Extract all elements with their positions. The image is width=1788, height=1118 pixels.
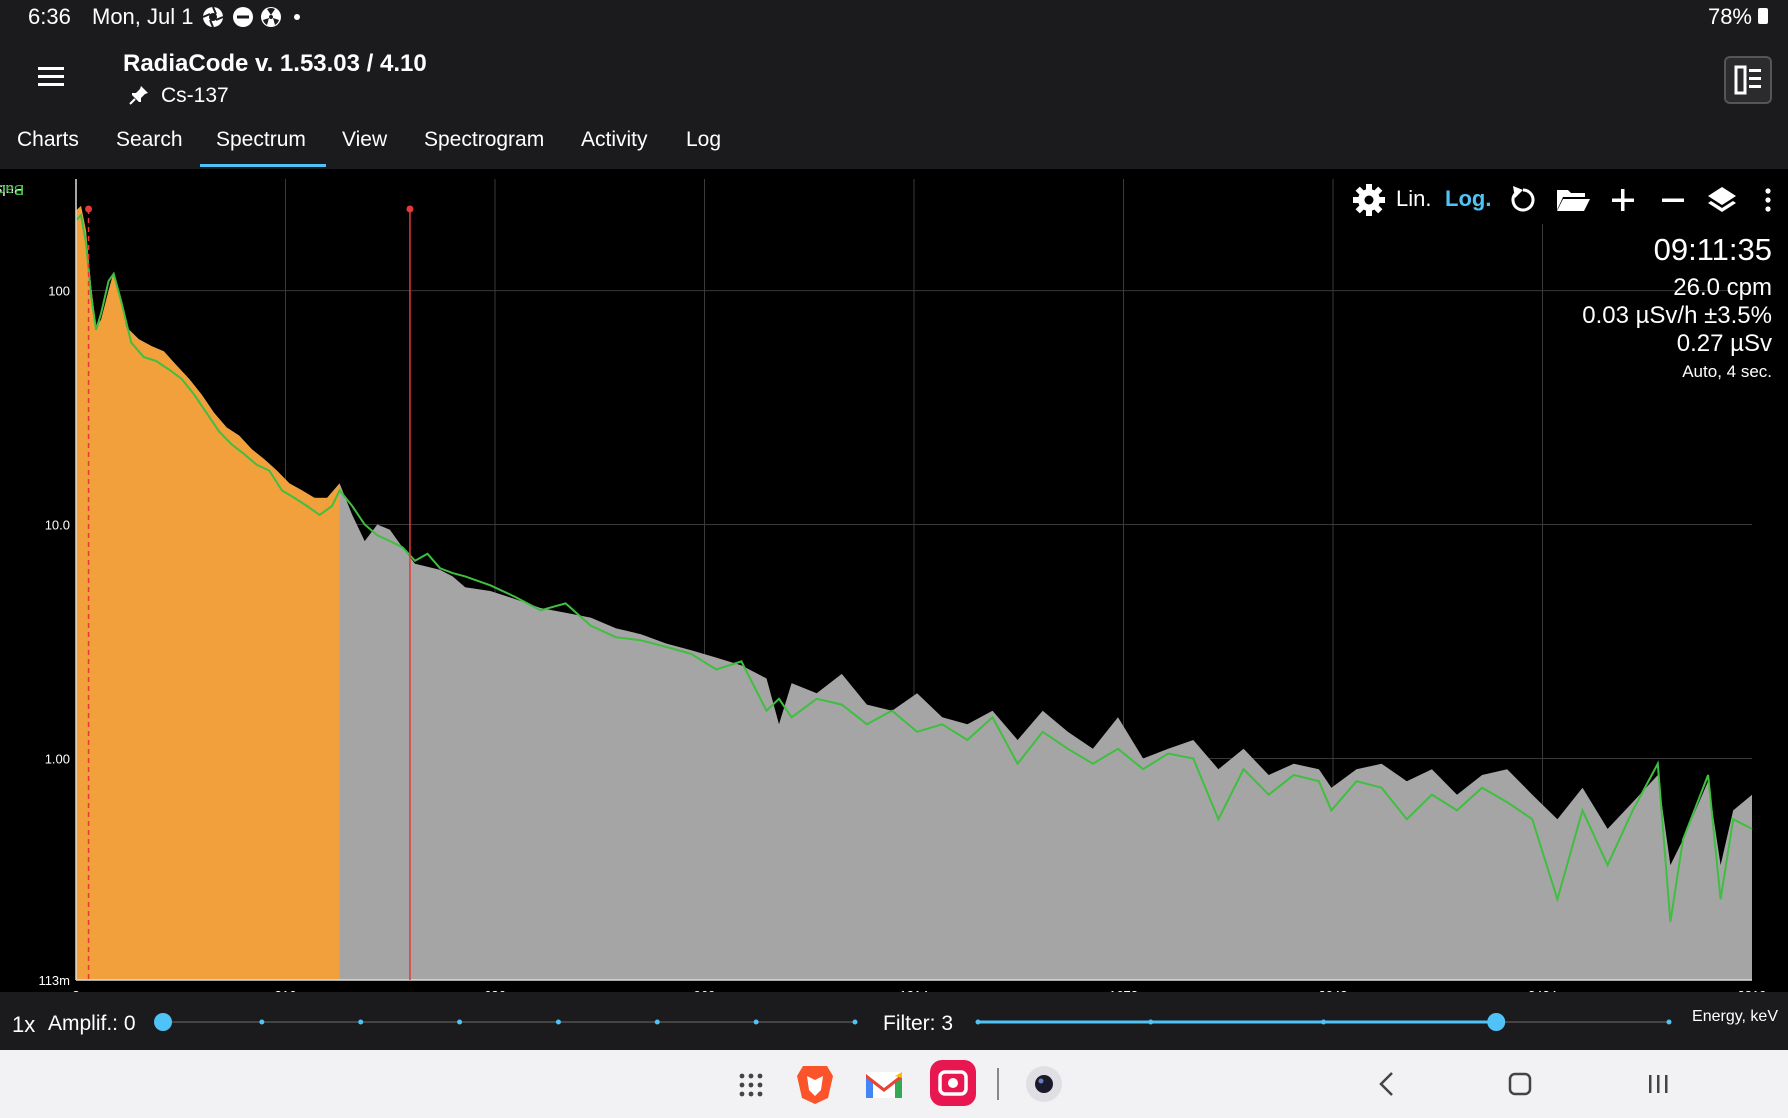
- camera-app-icon[interactable]: [1024, 1062, 1064, 1106]
- folder-open-icon[interactable]: [1553, 176, 1593, 224]
- filter-label: Filter: 3: [883, 1012, 954, 1035]
- menu-icon[interactable]: [36, 62, 66, 92]
- status-bar: 6:36 Mon, Jul 1 78%: [0, 0, 1788, 34]
- linear-scale-button[interactable]: Lin.: [1396, 186, 1431, 212]
- gmail-icon[interactable]: [864, 1064, 904, 1104]
- amplif-slider-tick: [358, 1019, 364, 1025]
- battery-level: 78%: [1707, 4, 1752, 29]
- tab-spectrum[interactable]: Spectrum: [216, 128, 306, 152]
- home-icon[interactable]: [1506, 1070, 1534, 1098]
- notification-dot-icon: [294, 14, 300, 20]
- tab-log[interactable]: Log: [686, 128, 721, 152]
- tab-spectrogram[interactable]: Spectrogram: [424, 128, 544, 152]
- pin-icon: [129, 86, 148, 105]
- accumulated-dose: 0.27 µSv: [1676, 330, 1772, 357]
- x-tick-label: 1672: [1109, 988, 1138, 992]
- reset-icon[interactable]: [1505, 176, 1541, 224]
- x-tick-label: 636: [484, 988, 506, 992]
- roi-marker-handle: [406, 205, 414, 213]
- system-navigation-bar: [0, 1050, 1788, 1118]
- x-tick-label: 8: [72, 988, 79, 992]
- brave-browser-icon[interactable]: [795, 1062, 835, 1106]
- y-tick-label: 1.00: [45, 751, 70, 766]
- aperture-icon: [202, 6, 224, 28]
- layout-toggle-button[interactable]: [1724, 56, 1772, 104]
- x-tick-label: 316: [275, 988, 297, 992]
- measurement-time: 09:11:35: [1653, 232, 1772, 267]
- active-tab-indicator: [200, 164, 326, 167]
- y-tick-label: 113m: [38, 973, 70, 988]
- energy-axis-label: Energy, keV: [1692, 1008, 1778, 1025]
- status-date: Mon, Jul 1: [92, 4, 194, 29]
- tab-activity[interactable]: Activity: [581, 128, 648, 152]
- battery-icon: [1758, 8, 1768, 24]
- tab-search[interactable]: Search: [116, 128, 183, 152]
- spectrum-chart-area[interactable]: 113m 1.00 10.0 100 8 316 636 969 1314 1672 2042 242…: [0, 169, 1788, 1003]
- y-axis-title-background: Background: Background (Shielded - 8 hou…: [0, 181, 24, 198]
- amplif-slider-tick: [753, 1019, 759, 1025]
- y-tick-label: 10.0: [45, 518, 70, 533]
- panel-layout-icon: [1734, 65, 1761, 95]
- log-scale-button[interactable]: Log.: [1445, 186, 1491, 212]
- x-tick-label: 969: [694, 988, 716, 992]
- measurement-mode: Auto, 4 sec.: [1682, 362, 1772, 381]
- amplif-slider-tick: [654, 1019, 660, 1025]
- filter-slider-tick: [975, 1019, 981, 1025]
- x-tick-label: 1314: [900, 988, 929, 992]
- do-not-disturb-icon: [233, 7, 253, 27]
- x-tick-label: 2424: [1528, 988, 1557, 992]
- amplification-label: Amplif.: 0: [48, 1012, 136, 1035]
- filter-slider-thumb[interactable]: [1487, 1013, 1506, 1031]
- dose-rate: 0.03 µSv/h ±3.5%: [1582, 302, 1772, 329]
- filter-slider-tick: [1666, 1019, 1672, 1025]
- x-tick-label: 2042: [1319, 988, 1348, 992]
- amplif-slider-tick: [852, 1019, 858, 1025]
- zoom-out-icon[interactable]: [1655, 176, 1691, 224]
- amplif-slider-tick: [555, 1019, 561, 1025]
- count-rate: 26.0 cpm: [1673, 274, 1772, 301]
- chart-toolbar: Lin. Log.: [1343, 176, 1788, 224]
- x-tick-label: 2819: [1738, 988, 1767, 992]
- y-axis-title: Pulses, Logarithm., Background: Backgrou…: [0, 178, 26, 658]
- screen-recorder-icon[interactable]: [930, 1060, 976, 1106]
- settings-gear-icon[interactable]: [1349, 176, 1389, 224]
- zoom-in-icon[interactable]: [1605, 176, 1641, 224]
- amplif-slider-thumb[interactable]: [154, 1013, 172, 1031]
- app-drawer-icon[interactable]: [738, 1072, 764, 1098]
- filter-slider-tick: [1321, 1019, 1326, 1025]
- layers-icon[interactable]: [1703, 176, 1741, 224]
- status-time: 6:36: [28, 4, 71, 29]
- tab-view[interactable]: View: [342, 128, 387, 152]
- spectrum-chart[interactable]: 113m 1.00 10.0 100 8 316 636 969 1314 1672 2042 242…: [0, 169, 1788, 1003]
- filter-slider-tick: [1148, 1019, 1154, 1025]
- dock-divider: [997, 1068, 999, 1100]
- y-tick-label: 100: [48, 284, 70, 299]
- more-options-icon[interactable]: [1758, 176, 1778, 224]
- app-title: RadiaCode v. 1.53.03 / 4.10: [123, 50, 427, 77]
- source-label: Cs-137: [161, 84, 229, 107]
- tab-charts[interactable]: Charts: [17, 128, 79, 152]
- amplif-slider-tick: [259, 1019, 265, 1025]
- radiation-icon: [261, 7, 281, 27]
- back-icon[interactable]: [1376, 1070, 1398, 1098]
- roi-marker-handle: [85, 205, 93, 213]
- recent-apps-icon[interactable]: [1644, 1070, 1672, 1098]
- amplif-slider-tick: [457, 1019, 463, 1025]
- zoom-level[interactable]: 1x: [12, 1012, 35, 1038]
